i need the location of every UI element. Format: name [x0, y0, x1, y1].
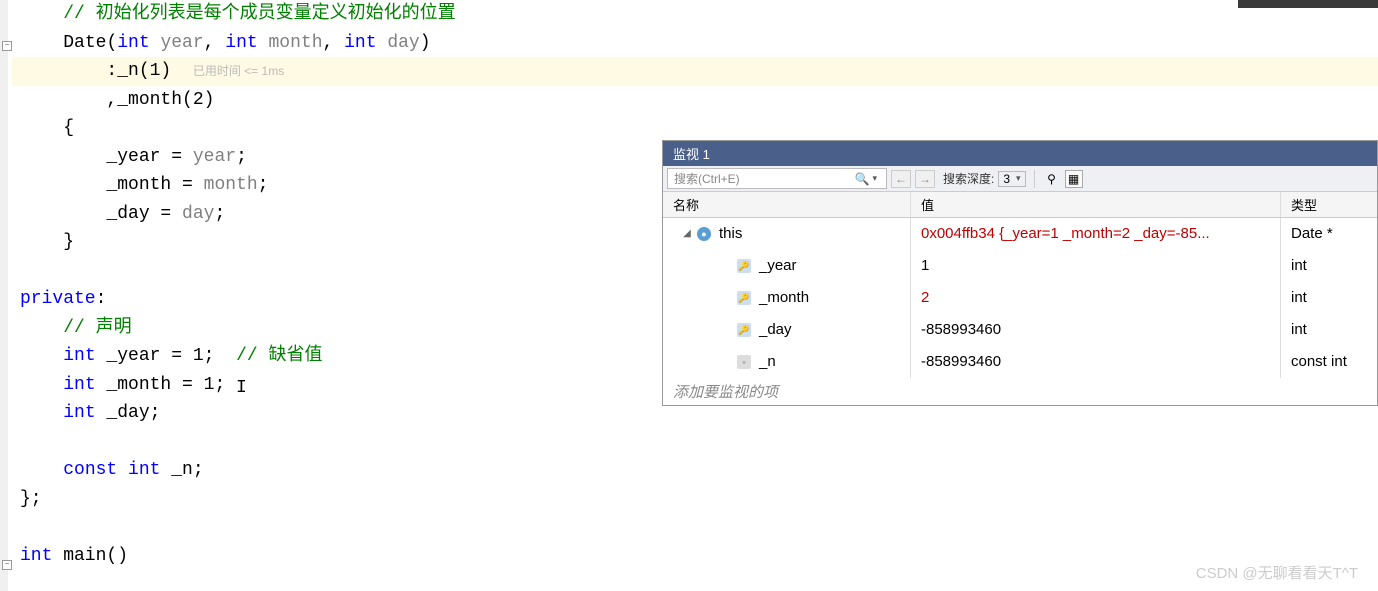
comment: // 初始化列表是每个成员变量定义初始化的位置: [63, 4, 455, 24]
code-line[interactable]: int main(): [12, 542, 1378, 571]
field-icon: 🔑: [737, 259, 751, 273]
code-line[interactable]: [12, 428, 1378, 457]
depth-select[interactable]: 3▾: [998, 171, 1025, 187]
watch-name-cell[interactable]: 🔑 _year: [663, 250, 911, 282]
watch-type-cell: const int: [1281, 346, 1377, 378]
editor-gutter: − −: [0, 0, 8, 591]
variable-name: _year: [759, 253, 797, 279]
watch-value-cell[interactable]: 2: [911, 282, 1281, 314]
code-line[interactable]: // 初始化列表是每个成员变量定义初始化的位置: [12, 0, 1378, 29]
depth-label: 搜索深度:: [943, 170, 994, 187]
watch-panel-title[interactable]: 监视 1: [663, 141, 1377, 166]
column-type[interactable]: 类型: [1281, 192, 1377, 217]
watch-type-cell: Date *: [1281, 218, 1377, 250]
add-watch-prompt[interactable]: 添加要监视的项: [663, 378, 1377, 405]
watch-value-cell[interactable]: 0x004ffb34 {_year=1 _month=2 _day=-85...: [911, 218, 1281, 250]
expander-icon[interactable]: ◢: [681, 221, 693, 247]
watch-row[interactable]: 🔑 _month 2int: [663, 282, 1377, 314]
search-placeholder: 搜索(Ctrl+E): [674, 170, 740, 187]
watch-value-cell[interactable]: 1: [911, 250, 1281, 282]
search-next-button[interactable]: →: [915, 170, 935, 188]
code-line[interactable]: };: [12, 485, 1378, 514]
watch-name-cell[interactable]: 🔑 _day: [663, 314, 911, 346]
code-line[interactable]: [12, 513, 1378, 542]
watch-row[interactable]: ▫ _n -858993460const int: [663, 346, 1377, 378]
code-line[interactable]: ,_month(2): [12, 86, 1378, 115]
watch-row[interactable]: 🔑 _day -858993460int: [663, 314, 1377, 346]
watch-name-cell[interactable]: 🔑 _month: [663, 282, 911, 314]
toggle-view-icon[interactable]: ▦: [1065, 170, 1083, 188]
watch-value-cell[interactable]: -858993460: [911, 314, 1281, 346]
column-name[interactable]: 名称: [663, 192, 911, 217]
const-field-icon: ▫: [737, 355, 751, 369]
watch-panel: 监视 1 搜索(Ctrl+E) 🔍 ▾ ← → 搜索深度: 3▾ ⚲ ▦ 名称 …: [662, 140, 1378, 406]
watch-columns-header: 名称 值 类型: [663, 192, 1377, 218]
watch-toolbar: 搜索(Ctrl+E) 🔍 ▾ ← → 搜索深度: 3▾ ⚲ ▦: [663, 166, 1377, 192]
variable-name: _n: [759, 349, 776, 375]
comment: // 缺省值: [236, 346, 322, 366]
column-value[interactable]: 值: [911, 192, 1281, 217]
watch-row[interactable]: ◢ ● this 0x004ffb34 {_year=1 _month=2 _day=…: [663, 218, 1377, 250]
watch-type-cell: int: [1281, 250, 1377, 282]
fold-toggle-icon[interactable]: −: [2, 560, 12, 570]
code-line[interactable]: const int _n;: [12, 456, 1378, 485]
object-icon: ●: [697, 227, 711, 241]
variable-name: this: [719, 221, 742, 247]
toolbar-divider: [1034, 170, 1035, 188]
field-icon: 🔑: [737, 323, 751, 337]
comment: // 声明: [63, 318, 131, 338]
variable-name: _day: [759, 317, 792, 343]
variable-name: _month: [759, 285, 809, 311]
avatar-fragment: [1238, 0, 1378, 8]
watch-type-cell: int: [1281, 314, 1377, 346]
perf-hint: 已用时间 <= 1ms: [193, 64, 284, 78]
code-line-current[interactable]: :_n(1) 已用时间 <= 1ms: [12, 57, 1378, 86]
filter-icon[interactable]: ⚲: [1043, 170, 1061, 188]
fold-toggle-icon[interactable]: −: [2, 41, 12, 51]
watch-row[interactable]: 🔑 _year 1int: [663, 250, 1377, 282]
csdn-watermark: CSDN @无聊看看天T^T: [1196, 562, 1358, 583]
watch-name-cell[interactable]: ◢ ● this: [663, 218, 911, 250]
code-line[interactable]: Date(int year, int month, int day): [12, 29, 1378, 58]
watch-value-cell[interactable]: -858993460: [911, 346, 1281, 378]
search-icon: 🔍: [855, 172, 870, 186]
search-dropdown-icon[interactable]: ▾: [869, 173, 880, 184]
code-line[interactable]: {: [12, 114, 1378, 143]
search-prev-button[interactable]: ←: [891, 170, 911, 188]
watch-type-cell: int: [1281, 282, 1377, 314]
watch-search-input[interactable]: 搜索(Ctrl+E) 🔍 ▾: [667, 168, 887, 189]
watch-rows: ◢ ● this 0x004ffb34 {_year=1 _month=2 _day=…: [663, 218, 1377, 378]
watch-name-cell[interactable]: ▫ _n: [663, 346, 911, 378]
field-icon: 🔑: [737, 291, 751, 305]
